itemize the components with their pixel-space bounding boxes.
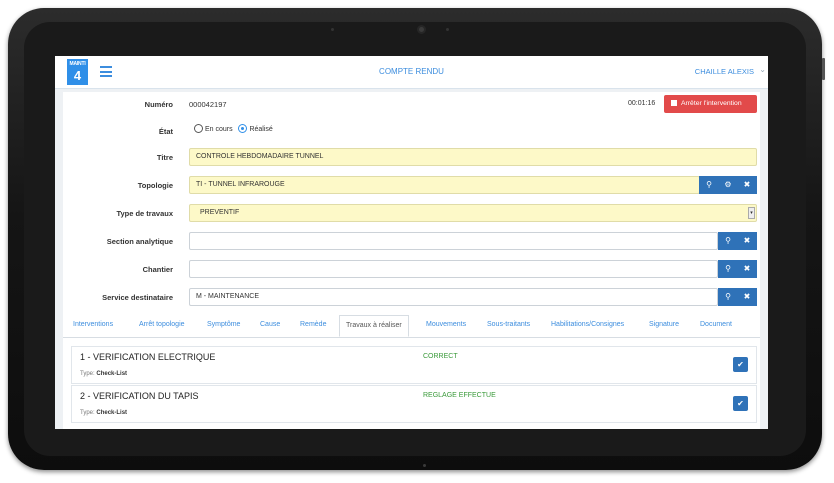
stop-intervention-button[interactable]: Arrêter l'intervention xyxy=(664,95,757,113)
page-title: COMPTE RENDU xyxy=(379,67,444,76)
user-menu[interactable]: CHAILLE ALEXIS xyxy=(695,67,754,76)
topologie-field[interactable]: TI - TUNNEL INFRAROUGE xyxy=(189,176,700,194)
gear-icon[interactable]: ⚙ xyxy=(719,176,738,194)
chantier-label: Chantier xyxy=(142,265,173,274)
tab-bar: Interventions Arrêt topologie Symptôme C… xyxy=(63,315,760,338)
close-icon[interactable]: ✖ xyxy=(738,176,757,194)
stop-label: Arrêter l'intervention xyxy=(681,100,742,107)
task-status: CORRECT xyxy=(423,353,458,360)
top-bar: MAINTI 4 COMPTE RENDU CHAILLE ALEXIS ⌄ xyxy=(55,56,768,89)
search-icon[interactable]: ⚲ xyxy=(700,176,719,194)
select-arrow-icon: ▾ xyxy=(748,207,755,219)
task-row[interactable]: 1 - VERIFICATION ELECTRIQUE Type: Check-… xyxy=(71,346,757,384)
tab-habilitations-consignes[interactable]: Habilitations/Consignes xyxy=(551,321,624,328)
sensor-dot xyxy=(446,28,449,31)
task-type: Type: Check-List xyxy=(80,410,128,416)
app-screen: MAINTI 4 COMPTE RENDU CHAILLE ALEXIS ⌄ N… xyxy=(55,56,768,429)
type-travaux-label: Type de travaux xyxy=(116,209,173,218)
topologie-actions: ⚲ ⚙ ✖ xyxy=(699,176,757,194)
tablet-side-button xyxy=(822,58,825,80)
tab-arret-topologie[interactable]: Arrêt topologie xyxy=(139,321,185,328)
close-icon[interactable]: ✖ xyxy=(738,232,757,250)
tab-document[interactable]: Document xyxy=(700,321,732,328)
chantier-field[interactable] xyxy=(189,260,718,278)
timer: 00:01:16 xyxy=(628,100,656,107)
chantier-actions: ⚲ ✖ xyxy=(718,260,757,278)
intervention-form: Numéro 000042197 00:01:16 Arrêter l'inte… xyxy=(63,92,760,429)
etat-label: État xyxy=(158,127,173,136)
tab-signature[interactable]: Signature xyxy=(649,321,679,328)
sensor-dot xyxy=(331,28,334,31)
service-destinataire-field[interactable]: M - MAINTENANCE xyxy=(189,288,718,306)
etat-radio-group: En cours Réalisé xyxy=(194,124,273,133)
tab-sous-traitants[interactable]: Sous-traitants xyxy=(487,321,530,328)
close-icon[interactable]: ✖ xyxy=(738,260,757,278)
task-status: REGLAGE EFFECTUE xyxy=(423,392,496,399)
titre-label: Titre xyxy=(156,153,173,162)
tab-cause[interactable]: Cause xyxy=(260,321,280,328)
service-destinataire-label: Service destinataire xyxy=(102,293,173,302)
task-title: 1 - VERIFICATION ELECTRIQUE xyxy=(80,352,216,362)
camera-icon xyxy=(417,25,426,34)
section-analytique-field[interactable] xyxy=(189,232,718,250)
search-icon[interactable]: ⚲ xyxy=(719,260,738,278)
numero-label: Numéro xyxy=(144,100,173,109)
tab-remede[interactable]: Remède xyxy=(300,321,326,328)
stop-icon xyxy=(671,100,677,106)
service-actions: ⚲ ✖ xyxy=(718,288,757,306)
topologie-label: Topologie xyxy=(137,181,173,190)
check-icon[interactable]: ✔ xyxy=(733,357,748,372)
search-icon[interactable]: ⚲ xyxy=(719,288,738,306)
tab-interventions[interactable]: Interventions xyxy=(73,321,113,328)
home-indicator xyxy=(423,464,426,467)
task-type: Type: Check-List xyxy=(80,371,128,377)
search-icon[interactable]: ⚲ xyxy=(719,232,738,250)
tab-travaux-a-realiser[interactable]: Travaux à réaliser xyxy=(339,315,409,337)
section-analytique-label: Section analytique xyxy=(106,237,173,246)
radio-en-cours[interactable]: En cours xyxy=(194,124,233,133)
numero-value: 000042197 xyxy=(189,100,227,109)
tab-symptome[interactable]: Symptôme xyxy=(207,321,240,328)
titre-field[interactable]: CONTROLE HEBDOMADAIRE TUNNEL xyxy=(189,148,757,166)
task-row[interactable]: 2 - VERIFICATION DU TAPIS Type: Check-Li… xyxy=(71,385,757,423)
radio-realise[interactable]: Réalisé xyxy=(238,124,273,133)
tab-mouvements[interactable]: Mouvements xyxy=(426,321,466,328)
task-title: 2 - VERIFICATION DU TAPIS xyxy=(80,391,199,401)
type-travaux-select[interactable]: PREVENTIF ▾ xyxy=(189,204,757,222)
section-actions: ⚲ ✖ xyxy=(718,232,757,250)
close-icon[interactable]: ✖ xyxy=(738,288,757,306)
check-icon[interactable]: ✔ xyxy=(733,396,748,411)
chevron-down-icon[interactable]: ⌄ xyxy=(759,65,766,74)
